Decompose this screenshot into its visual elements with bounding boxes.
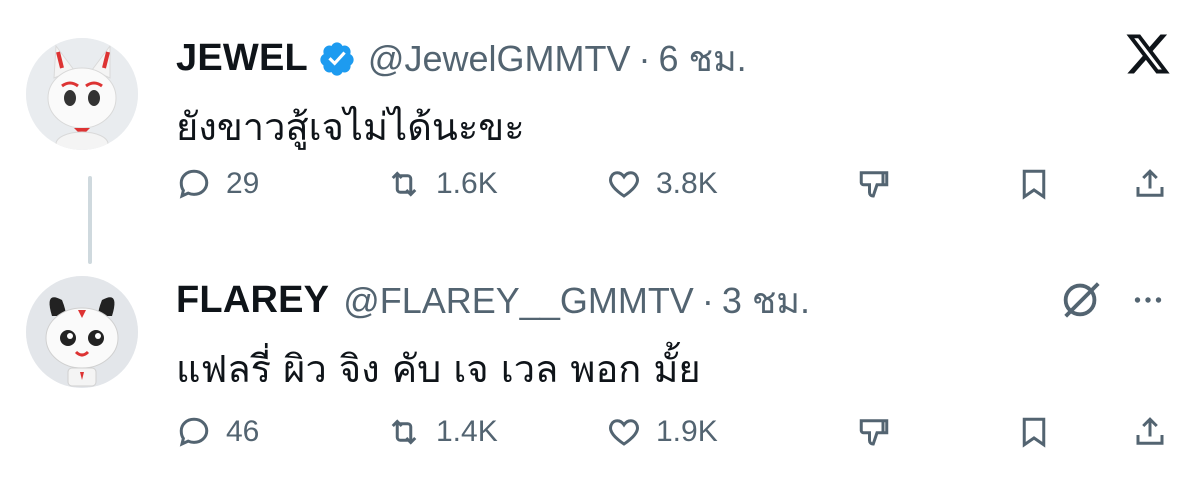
bookmark-icon <box>1022 169 1046 200</box>
like-count: 3.8K <box>656 167 718 200</box>
handle[interactable]: @FLAREY__GMMTV <box>343 280 694 322</box>
reply-button[interactable]: 46 <box>176 408 259 456</box>
separator-dot: · <box>701 279 714 321</box>
retweet-icon <box>391 171 417 197</box>
reply-icon <box>179 169 209 199</box>
reply-icon <box>179 417 209 447</box>
reply-count: 29 <box>226 167 260 200</box>
verified-badge-icon <box>320 41 354 76</box>
separator-dot: · <box>638 37 651 79</box>
bookmark-button[interactable] <box>1016 408 1052 456</box>
display-name[interactable]: FLAREY <box>176 279 329 322</box>
dislike-button[interactable] <box>856 160 892 208</box>
more-icon[interactable] <box>1130 282 1166 318</box>
retweet-icon <box>391 419 417 445</box>
dislike-icon <box>859 171 889 198</box>
bookmark-button[interactable] <box>1016 160 1052 208</box>
tweet-2-actions: 46 1.4K 1.9K <box>176 408 1176 456</box>
dislike-button[interactable] <box>856 408 892 456</box>
tweet-1-header: JEWEL @JewelGMMTV · 6 ชม. <box>176 30 747 87</box>
display-name[interactable]: JEWEL <box>176 37 308 80</box>
retweet-button[interactable]: 1.4K <box>386 408 498 456</box>
share-icon <box>1136 169 1164 197</box>
avatar-jewel[interactable] <box>26 38 138 150</box>
retweet-button[interactable]: 1.6K <box>386 160 498 208</box>
tweet-2-text: แฟลรี่ ผิว จิง คับ เจ เวล พอก มั้ย <box>176 347 701 391</box>
retweet-count: 1.4K <box>436 415 498 448</box>
handle[interactable]: @JewelGMMTV <box>368 38 631 80</box>
heart-icon <box>609 171 639 198</box>
timestamp[interactable]: 3 ชม. <box>722 272 810 329</box>
dislike-icon <box>859 419 889 446</box>
share-icon <box>1136 417 1164 445</box>
avatar-flarey[interactable] <box>26 276 138 388</box>
reply-count: 46 <box>226 415 260 448</box>
share-button[interactable] <box>1132 408 1168 456</box>
like-button[interactable]: 1.9K <box>606 408 718 456</box>
x-logo-icon[interactable] <box>1124 30 1172 78</box>
like-button[interactable]: 3.8K <box>606 160 718 208</box>
share-button[interactable] <box>1132 160 1168 208</box>
bookmark-icon <box>1022 417 1046 448</box>
timestamp[interactable]: 6 ชม. <box>658 30 746 87</box>
like-count: 1.9K <box>656 415 718 448</box>
heart-icon <box>609 419 639 446</box>
thread-line <box>88 176 92 264</box>
tweet-1-actions: 29 1.6K 3.8K <box>176 160 1176 208</box>
grok-icon[interactable] <box>1058 276 1104 322</box>
tweet-2-header: FLAREY @FLAREY__GMMTV · 3 ชม. <box>176 272 810 329</box>
tweet-1-text: ยังขาวสู้เจไม่ได้นะขะ <box>176 105 525 149</box>
retweet-count: 1.6K <box>436 167 498 200</box>
reply-button[interactable]: 29 <box>176 160 259 208</box>
